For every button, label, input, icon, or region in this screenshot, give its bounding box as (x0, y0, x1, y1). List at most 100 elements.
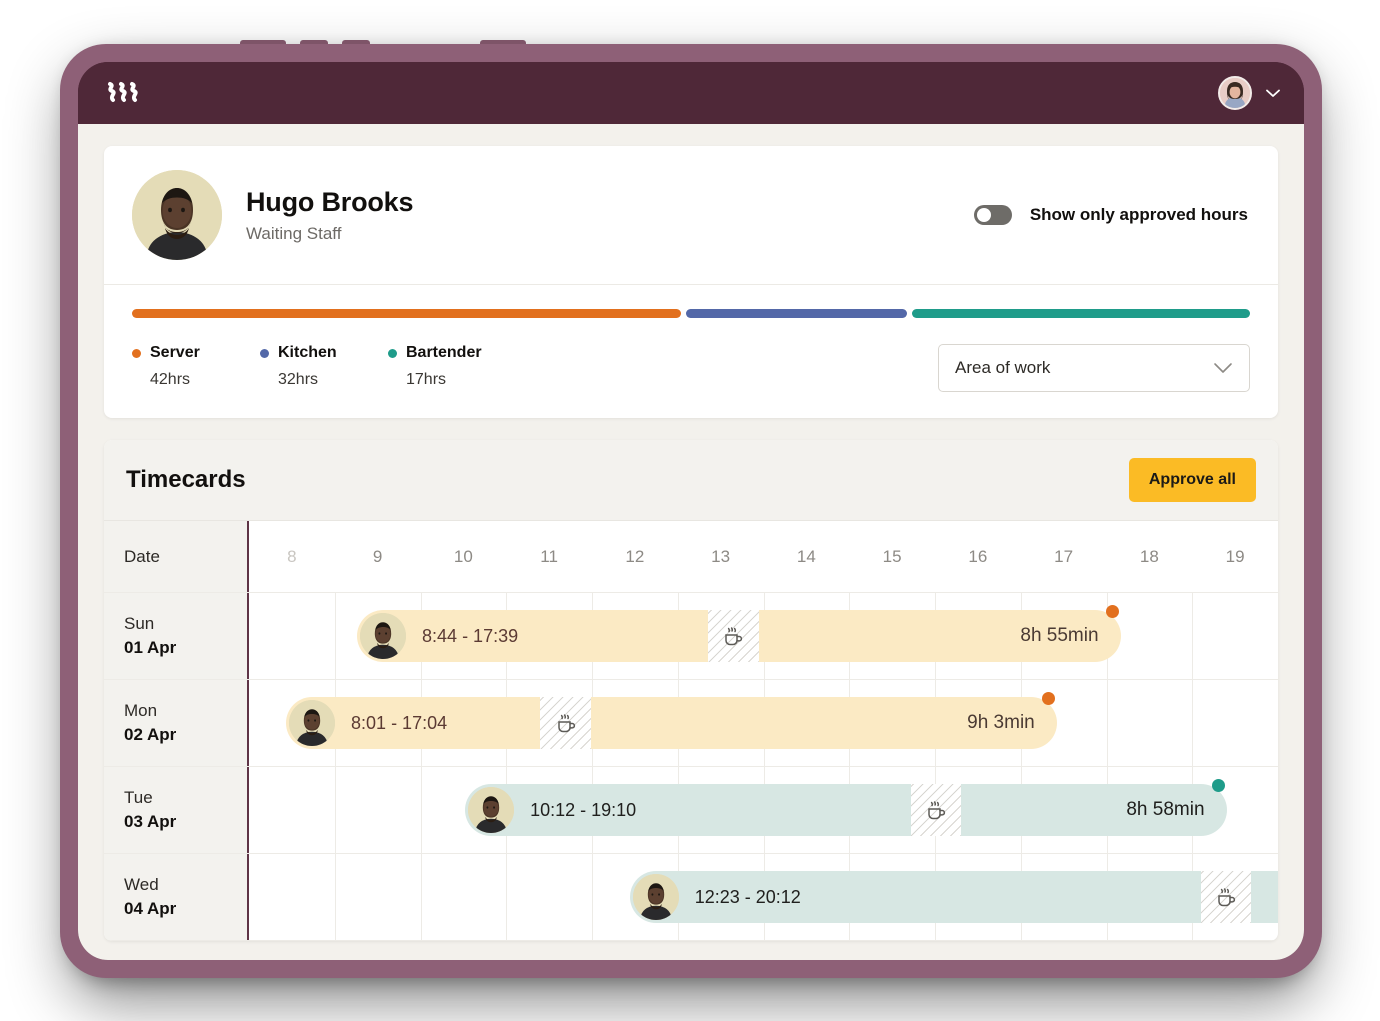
timeline-track-header: 8910111213141516171819 (249, 521, 1278, 592)
legend-top: Kitchen (260, 344, 388, 362)
legend-dot-icon (260, 349, 269, 358)
legend-name: Kitchen (278, 344, 337, 362)
show-approved-hours-label: Show only approved hours (1030, 205, 1248, 225)
app-content: Hugo Brooks Waiting Staff Show only appr… (78, 124, 1304, 960)
shift-time-range: 8:01 - 17:04 (351, 713, 447, 734)
coffee-cup-icon (923, 797, 949, 823)
shift-bar[interactable]: 8:01 - 17:04 9h 3min (286, 697, 1057, 749)
timecard-weekday: Sun (124, 614, 247, 634)
hour-tick: 15 (883, 547, 902, 567)
user-menu[interactable] (1218, 76, 1280, 110)
timecard-date: 03 Apr (124, 812, 247, 832)
timecard-row[interactable]: Sun 01 Apr 8:44 - 17:39 8h 55min (104, 593, 1278, 680)
timeline-track: 8:01 - 17:04 9h 3min (249, 680, 1278, 766)
timecard-date: 04 Apr (124, 899, 247, 919)
area-of-work-value: Area of work (955, 358, 1050, 378)
user-avatar[interactable] (1218, 76, 1252, 110)
shift-status-dot (1042, 692, 1055, 705)
break-segment (708, 610, 758, 662)
timecard-row[interactable]: Tue 03 Apr 10:12 - 19:10 8h 58min (104, 767, 1278, 854)
hours-legend: Server 42hrs Kitchen 32hrs Bartender 17hrs (132, 344, 516, 389)
employee-name: Hugo Brooks (246, 187, 413, 218)
coffee-cup-icon (720, 623, 746, 649)
legend-row: Server 42hrs Kitchen 32hrs Bartender 17hrs Ar… (132, 344, 1250, 392)
coffee-cup-icon (1213, 884, 1239, 910)
shift-time-range: 12:23 - 20:12 (695, 887, 801, 908)
shift-bar[interactable]: 8:44 - 17:39 8h 55min (357, 610, 1121, 662)
hour-tick: 19 (1226, 547, 1245, 567)
employee-avatar (132, 170, 222, 260)
timecards-title: Timecards (126, 466, 246, 494)
timecard-weekday: Tue (124, 788, 247, 808)
legend-dot-icon (132, 349, 141, 358)
shift-time-range: 8:44 - 17:39 (422, 626, 518, 647)
hours-bar-segment-kitchen (686, 309, 908, 318)
tablet-screen: Hugo Brooks Waiting Staff Show only appr… (78, 62, 1304, 960)
shift-avatar (468, 787, 514, 833)
chevron-down-icon[interactable] (1213, 362, 1233, 374)
timecard-date: 01 Apr (124, 638, 247, 658)
shift-time-range: 10:12 - 19:10 (530, 800, 636, 821)
legend-name: Bartender (406, 344, 482, 362)
timecard-row[interactable]: Wed 04 Apr 12:23 - 20:12 (104, 854, 1278, 941)
hour-tick: 12 (625, 547, 644, 567)
shift-bar[interactable]: 10:12 - 19:10 8h 58min (465, 784, 1226, 836)
timeline-track: 12:23 - 20:12 (249, 854, 1278, 940)
employee-role: Waiting Staff (246, 224, 413, 244)
legend-top: Server (132, 344, 260, 362)
employee-summary-card: Hugo Brooks Waiting Staff Show only appr… (104, 146, 1278, 418)
hour-tick: 17 (1054, 547, 1073, 567)
timecards-card: Timecards Approve all Date89101112131415… (104, 440, 1278, 941)
break-segment (1201, 871, 1251, 923)
timecard-weekday: Wed (124, 875, 247, 895)
timecard-row[interactable]: Mon 02 Apr 8:01 - 17:04 9h 3min (104, 680, 1278, 767)
hour-tick: 18 (1140, 547, 1159, 567)
hours-bar-segment-bartender (912, 309, 1250, 318)
toggle-knob (977, 208, 991, 222)
hour-tick: 16 (968, 547, 987, 567)
hour-tick: 10 (454, 547, 473, 567)
approve-all-button[interactable]: Approve all (1129, 458, 1256, 502)
show-approved-hours-toggle[interactable] (974, 205, 1012, 225)
app-topbar (78, 62, 1304, 124)
timecards-timeline: Date8910111213141516171819Sun01 Apr8:44 … (104, 521, 1278, 941)
timecard-date-cell: Tue 03 Apr (104, 767, 249, 853)
shift-avatar (289, 700, 335, 746)
legend-hours: 42hrs (150, 371, 260, 389)
timeline-header-row: Date8910111213141516171819 (104, 521, 1278, 593)
break-segment (911, 784, 961, 836)
timecard-date: 02 Apr (124, 725, 247, 745)
timeline-track: 8:44 - 17:39 8h 55min (249, 593, 1278, 679)
employee-identity: Hugo Brooks Waiting Staff (246, 187, 413, 244)
timecard-date-cell: Sun 01 Apr (104, 593, 249, 679)
coffee-cup-icon (553, 710, 579, 736)
legend-dot-icon (388, 349, 397, 358)
timeline-track: 10:12 - 19:10 8h 58min (249, 767, 1278, 853)
legend-item-kitchen: Kitchen 32hrs (260, 344, 388, 389)
hour-tick: 11 (540, 547, 558, 567)
hours-stacked-bar (132, 309, 1250, 318)
chevron-down-icon[interactable] (1266, 89, 1280, 98)
hour-tick: 8 (287, 547, 296, 567)
area-of-work-select[interactable]: Area of work (938, 344, 1250, 392)
date-header-label: Date (124, 547, 247, 567)
hour-ticks: 8910111213141516171819 (249, 521, 1278, 592)
legend-item-server: Server 42hrs (132, 344, 260, 389)
shift-total: 8h 58min (1126, 799, 1204, 821)
approved-hours-control: Show only approved hours (974, 205, 1248, 225)
legend-hours: 32hrs (278, 371, 388, 389)
shift-status-dot (1106, 605, 1119, 618)
legend-hours: 17hrs (406, 371, 516, 389)
hour-tick: 14 (797, 547, 816, 567)
break-segment (540, 697, 591, 749)
shift-bar[interactable]: 12:23 - 20:12 (630, 871, 1278, 923)
date-column-header: Date (104, 521, 249, 592)
shift-total: 8h 55min (1020, 625, 1098, 647)
timecard-weekday: Mon (124, 701, 247, 721)
shift-avatar (633, 874, 679, 920)
legend-name: Server (150, 344, 200, 362)
hour-tick: 9 (373, 547, 382, 567)
brand-logo-icon[interactable] (106, 80, 142, 106)
shift-total: 9h 3min (967, 712, 1035, 734)
legend-top: Bartender (388, 344, 516, 362)
